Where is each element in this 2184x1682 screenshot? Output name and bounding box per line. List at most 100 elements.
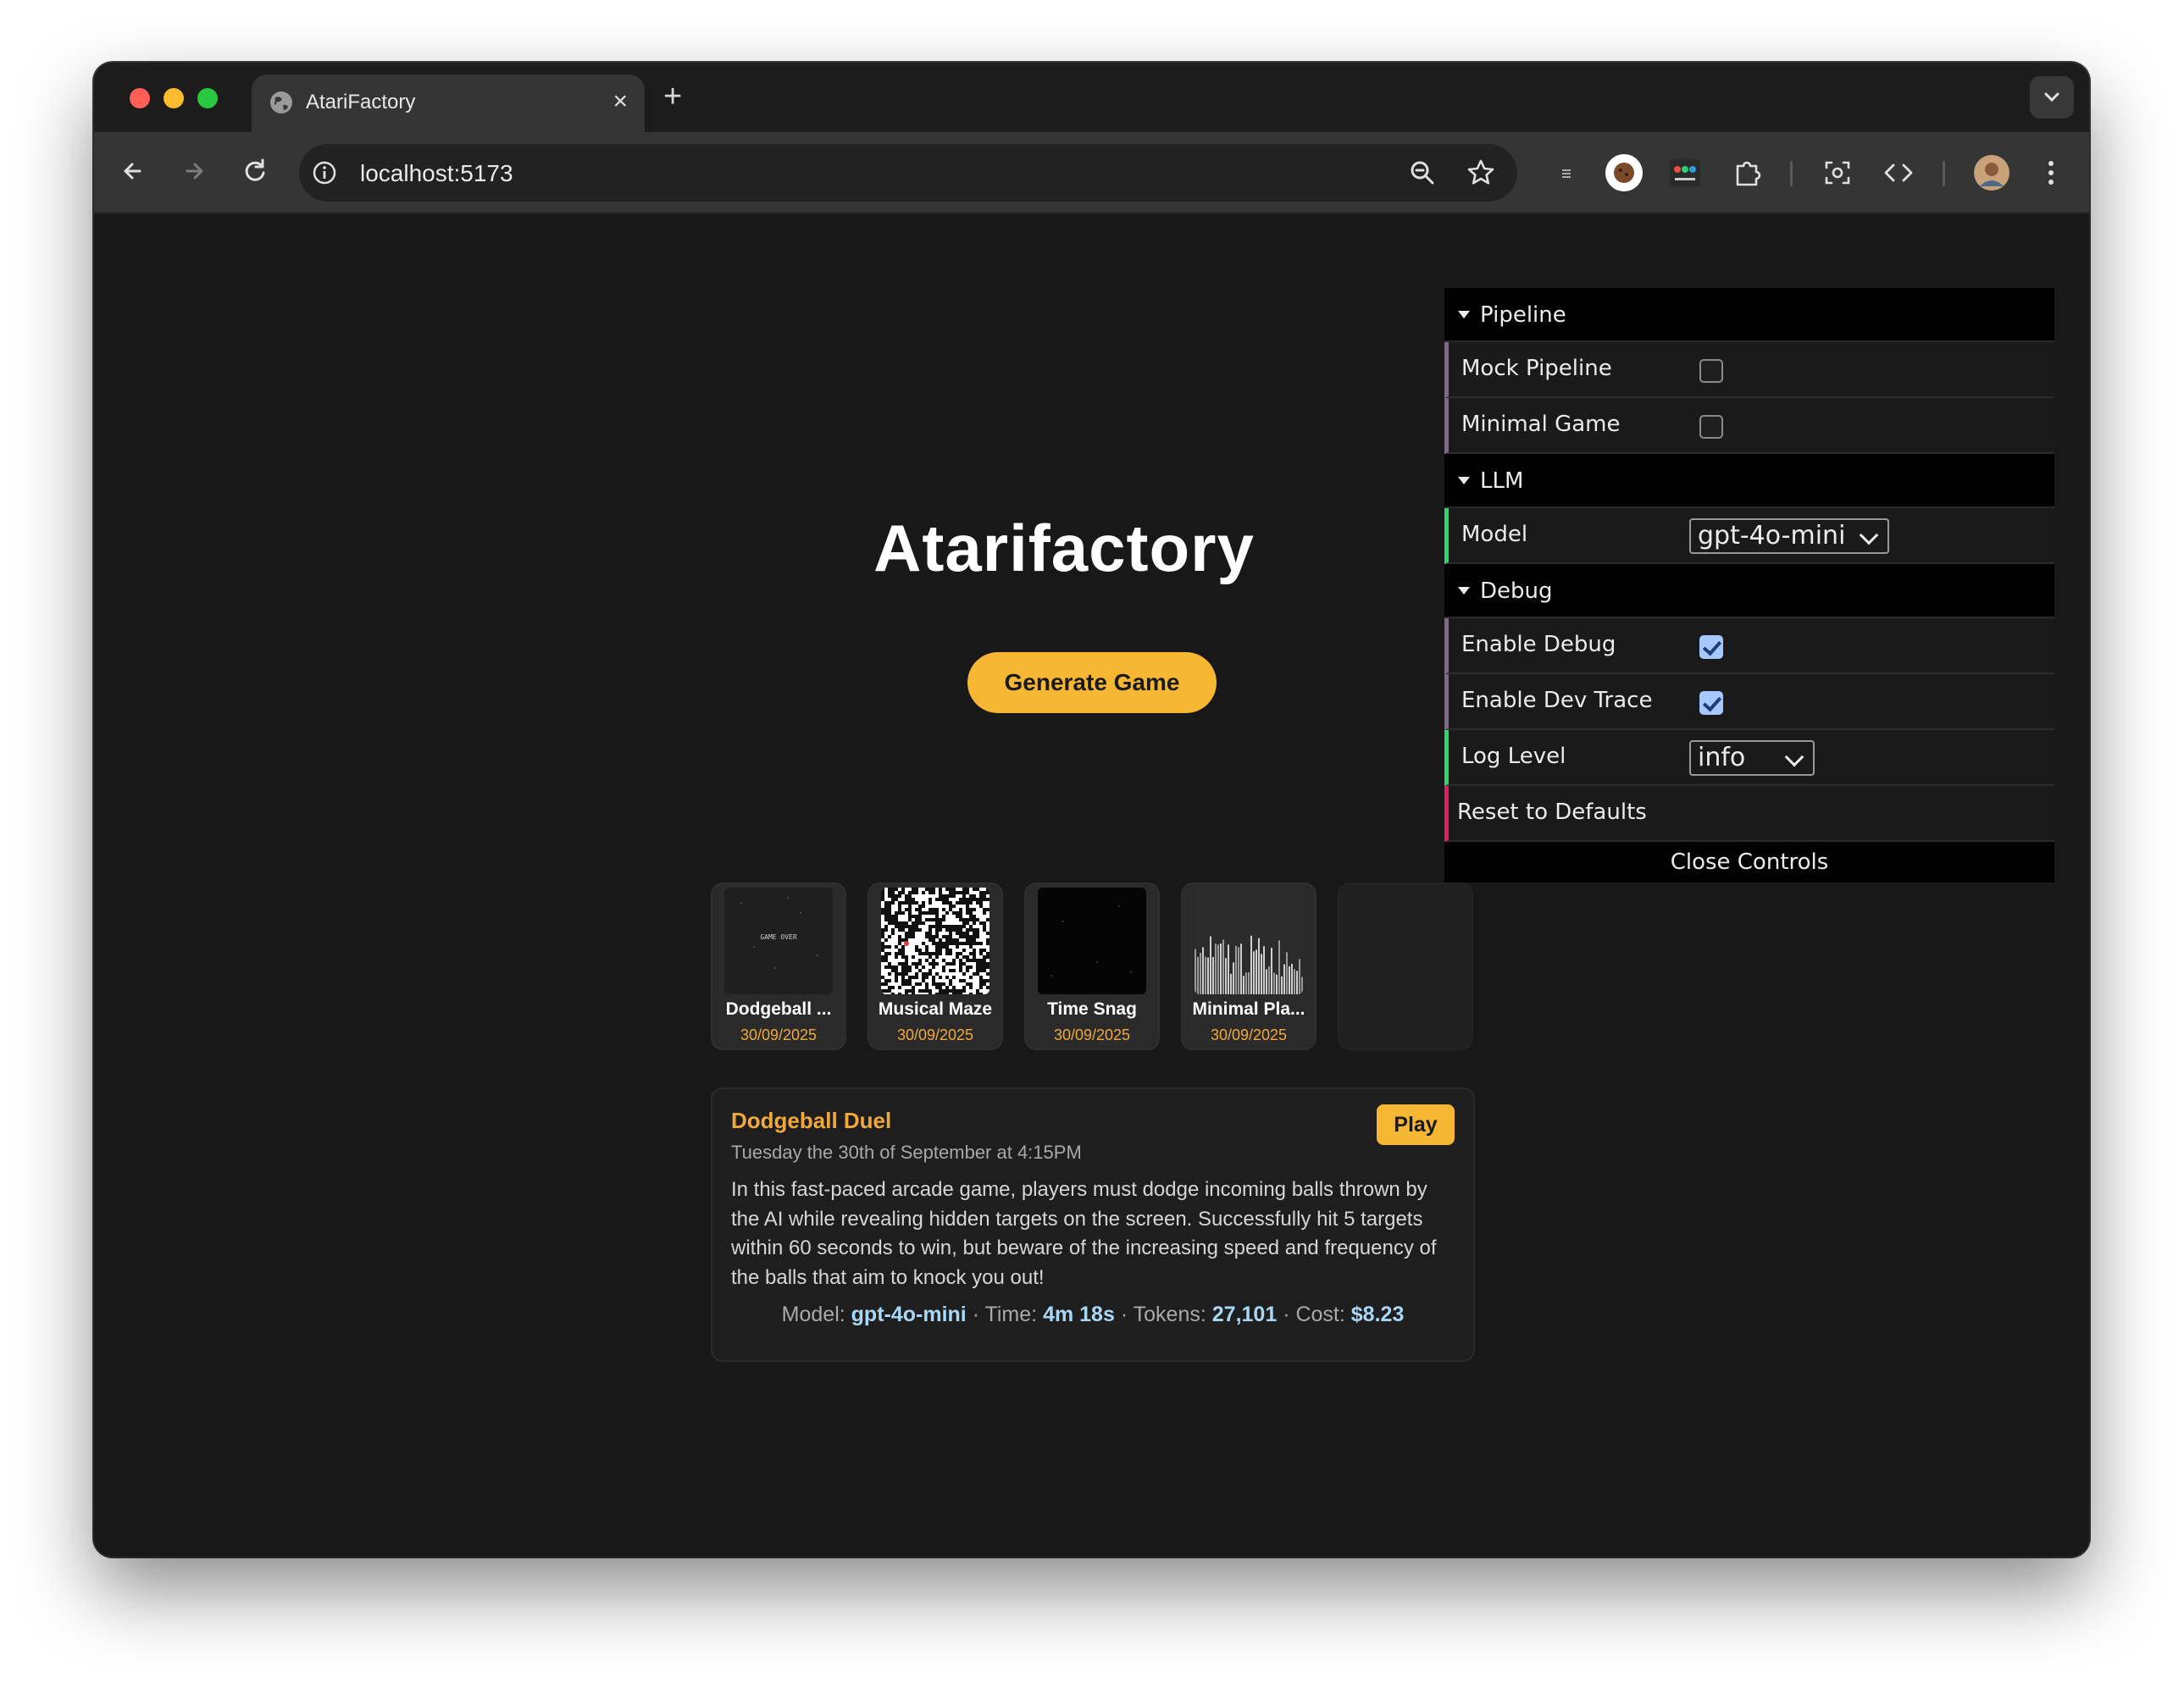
back-icon[interactable] bbox=[114, 152, 152, 190]
maze-pixel bbox=[942, 945, 945, 949]
maze-pixel bbox=[976, 928, 979, 932]
maze-pixel bbox=[898, 993, 901, 994]
maximize-window-button[interactable] bbox=[197, 88, 218, 108]
browser-tab[interactable]: AtariFactory × bbox=[252, 75, 645, 132]
maze-pixel bbox=[942, 969, 945, 972]
minimal-game-checkbox[interactable] bbox=[1699, 415, 1723, 439]
maze-pixel bbox=[932, 918, 935, 921]
maze-pixel bbox=[939, 888, 942, 891]
maze-pixel bbox=[969, 925, 973, 928]
maze-pixel bbox=[901, 982, 905, 986]
maze-pixel bbox=[888, 952, 891, 955]
maze-pixel bbox=[891, 888, 895, 891]
code-icon[interactable] bbox=[1878, 152, 1919, 193]
game-card[interactable]: Musical Maze 30/09/2025 bbox=[868, 882, 1003, 1050]
maze-pixel bbox=[969, 915, 973, 918]
maze-pixel bbox=[945, 935, 949, 938]
maze-pixel bbox=[905, 989, 908, 993]
game-card[interactable]: Time Snag 30/09/2025 bbox=[1024, 882, 1160, 1050]
maze-pixel bbox=[888, 989, 891, 993]
maze-pixel bbox=[901, 972, 905, 976]
maze-pixel bbox=[949, 908, 952, 911]
thumbnail-bar bbox=[1195, 949, 1196, 994]
maze-pixel bbox=[891, 901, 895, 905]
maze-pixel bbox=[908, 932, 912, 935]
maze-pixel bbox=[908, 979, 912, 982]
address-bar[interactable]: localhost:5173 bbox=[299, 144, 1517, 202]
maze-pixel bbox=[915, 965, 918, 969]
maze-pixel bbox=[922, 952, 925, 955]
game-card[interactable]: GAME OVER Dodgeball ... 30/09/2025 bbox=[711, 882, 846, 1050]
maze-pixel bbox=[895, 925, 898, 928]
enable-debug-row: Enable Debug bbox=[1444, 618, 2054, 674]
controls-panel: Pipeline Mock Pipeline Minimal Game LLM … bbox=[1444, 288, 2054, 882]
cookie-extension-icon[interactable] bbox=[1604, 152, 1644, 193]
maze-pixel bbox=[905, 959, 908, 962]
maze-pixel bbox=[881, 959, 884, 962]
close-window-button[interactable] bbox=[130, 88, 150, 108]
maze-pixel bbox=[949, 952, 952, 955]
play-button[interactable]: Play bbox=[1377, 1104, 1455, 1145]
reading-mode-icon[interactable] bbox=[1546, 152, 1587, 193]
maze-pixel bbox=[898, 952, 901, 955]
zoom-icon[interactable] bbox=[1407, 158, 1438, 188]
reset-defaults-button[interactable]: Reset to Defaults bbox=[1444, 786, 2054, 842]
new-tab-button[interactable]: + bbox=[663, 80, 682, 113]
maze-pixel bbox=[939, 928, 942, 932]
log-level-select[interactable]: info bbox=[1689, 740, 1815, 776]
maze-pixel bbox=[969, 986, 973, 989]
maze-pixel bbox=[895, 898, 898, 901]
tab-close-icon[interactable]: × bbox=[613, 86, 628, 117]
mock-pipeline-checkbox[interactable] bbox=[1699, 359, 1723, 383]
pipeline-folder-header[interactable]: Pipeline bbox=[1444, 288, 2054, 342]
maze-pixel bbox=[925, 952, 928, 955]
maze-pixel bbox=[962, 989, 966, 993]
maze-pixel bbox=[959, 901, 962, 905]
maze-pixel bbox=[945, 989, 949, 993]
puzzle-extensions-icon[interactable] bbox=[1727, 152, 1768, 193]
tab-search-button[interactable] bbox=[2030, 76, 2074, 119]
enable-debug-checkbox[interactable] bbox=[1699, 635, 1723, 659]
model-select[interactable]: gpt-4o-mini bbox=[1689, 518, 1889, 554]
screenshot-icon[interactable] bbox=[1817, 152, 1858, 193]
maze-pixel bbox=[928, 908, 932, 911]
maze-pixel bbox=[884, 925, 888, 928]
reload-icon[interactable] bbox=[236, 152, 274, 190]
maze-pixel bbox=[949, 979, 952, 982]
forward-icon[interactable] bbox=[175, 152, 213, 190]
maze-pixel bbox=[935, 928, 939, 932]
game-detail-description: In this fast-paced arcade game, players … bbox=[731, 1178, 1437, 1289]
more-menu-icon[interactable] bbox=[2031, 152, 2071, 193]
profile-avatar-icon[interactable] bbox=[1971, 152, 2012, 193]
maze-pixel bbox=[881, 945, 884, 949]
enable-dev-trace-checkbox[interactable] bbox=[1699, 691, 1723, 715]
maze-pixel bbox=[969, 945, 973, 949]
close-controls-button[interactable]: Close Controls bbox=[1444, 842, 2054, 882]
maze-pixel bbox=[901, 921, 905, 925]
maze-pixel bbox=[905, 925, 908, 928]
maze-pixel bbox=[983, 891, 986, 894]
maze-pixel bbox=[956, 993, 959, 994]
game-card[interactable]: Minimal Pla... 30/09/2025 bbox=[1181, 882, 1316, 1050]
maze-pixel bbox=[908, 982, 912, 986]
maze-pixel bbox=[973, 898, 976, 901]
bookmark-star-icon[interactable] bbox=[1465, 157, 1497, 189]
minimize-window-button[interactable] bbox=[164, 88, 184, 108]
llm-folder-header[interactable]: LLM bbox=[1444, 454, 2054, 508]
maze-pixel bbox=[952, 942, 956, 945]
maze-pixel bbox=[901, 965, 905, 969]
extras-extension-icon[interactable] bbox=[1665, 152, 1705, 193]
maze-pixel bbox=[973, 952, 976, 955]
maze-pixel bbox=[884, 928, 888, 932]
generate-game-button[interactable]: Generate Game bbox=[967, 652, 1217, 713]
maze-pixel bbox=[935, 949, 939, 952]
game-card-date: 30/09/2025 bbox=[1210, 1026, 1288, 1043]
maze-pixel bbox=[928, 911, 932, 915]
maze-pixel bbox=[915, 915, 918, 918]
debug-folder-header[interactable]: Debug bbox=[1444, 564, 2054, 618]
maze-pixel bbox=[888, 965, 891, 969]
site-info-icon[interactable] bbox=[311, 159, 338, 186]
thumbnail-bar bbox=[1256, 949, 1257, 994]
game-card-date: 30/09/2025 bbox=[1053, 1026, 1131, 1043]
maze-pixel bbox=[952, 989, 956, 993]
